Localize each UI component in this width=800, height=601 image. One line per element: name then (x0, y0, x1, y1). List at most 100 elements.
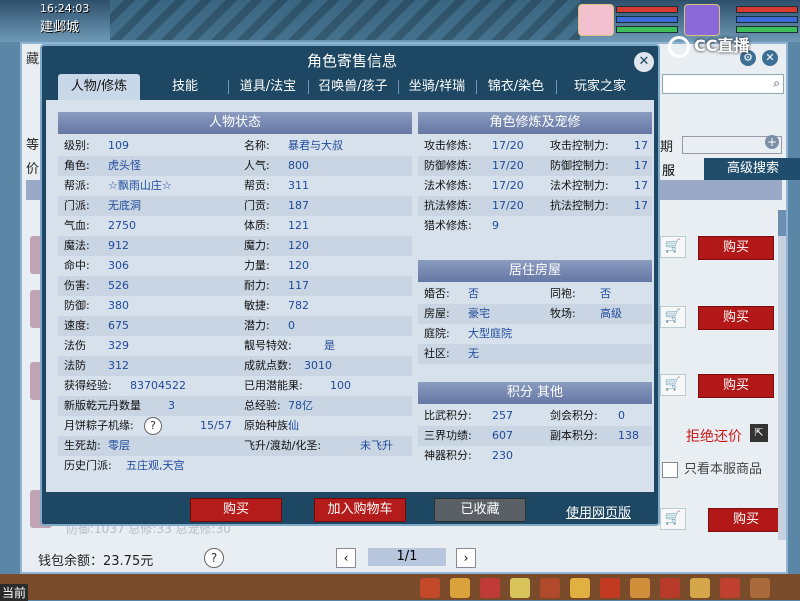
field-label: 气血: (64, 219, 90, 232)
field-label: 生死劫: (64, 439, 101, 452)
field-label: 防御控制力: (550, 159, 609, 172)
field-label: 庭院: (424, 327, 450, 340)
add-to-cart-button[interactable]: 加入购物车 (314, 498, 406, 522)
hud-icon[interactable] (480, 578, 500, 598)
server-label: 服 (662, 164, 676, 179)
hud-icon[interactable] (690, 578, 710, 598)
field-value: 138 (618, 429, 639, 442)
hud-icon[interactable] (720, 578, 740, 598)
game-clock: 16:24:03 (40, 2, 90, 15)
stream-logo: CC直播 (668, 32, 750, 58)
field-value: 117 (288, 279, 309, 292)
web-version-link[interactable]: 使用网页版 (566, 502, 631, 521)
field-label: 法防 (64, 359, 86, 372)
game-bottom-hud (0, 574, 800, 600)
table-row (418, 344, 652, 364)
cart-icon[interactable]: 🛒 (660, 508, 686, 530)
field-value: 607 (492, 429, 513, 442)
modal-title: 角色寄售信息 (306, 52, 397, 70)
pet-avatar[interactable] (578, 4, 614, 36)
hud-icon[interactable] (450, 578, 470, 598)
tab-summons[interactable]: 召唤兽/孩子 (310, 74, 396, 100)
field-label: 防御: (64, 299, 90, 312)
field-value: 109 (108, 139, 129, 152)
channel-current-label[interactable]: 当前 (0, 584, 29, 601)
field-value: 380 (108, 299, 129, 312)
tab-mounts[interactable]: 坐骑/祥瑞 (402, 74, 472, 100)
field-label: 伤害: (64, 279, 90, 292)
hud-icon[interactable] (630, 578, 650, 598)
tab-player-home[interactable]: 玩家之家 (560, 74, 640, 100)
tab-items[interactable]: 道具/法宝 (232, 74, 304, 100)
prev-page-button[interactable]: ‹ (336, 548, 356, 568)
field-value: 17 (634, 159, 648, 172)
next-page-button[interactable]: › (456, 548, 476, 568)
field-value: 306 (108, 259, 129, 272)
field-label: 总经验: (244, 399, 281, 412)
section-head-score: 积分 其他 (418, 382, 652, 404)
list-buy-button[interactable]: 购买 (708, 508, 784, 532)
search-input[interactable]: ⌕ (662, 74, 784, 94)
help-icon[interactable]: ? (204, 548, 224, 568)
tab-character[interactable]: 人物/修炼 (58, 74, 140, 100)
table-row (418, 324, 652, 344)
field-value: 是 (324, 339, 335, 352)
field-value: 虎头怪 (108, 159, 141, 172)
field-label: 已用潜能果: (244, 379, 303, 392)
help-icon[interactable]: ? (144, 417, 162, 435)
field-label: 帮贡: (244, 179, 270, 192)
plus-icon[interactable]: + (765, 135, 779, 149)
cart-icon[interactable]: 🛒 (660, 236, 686, 258)
search-icon[interactable]: ⌕ (773, 76, 780, 91)
field-label: 三界功绩: (424, 429, 472, 442)
field-value: 912 (108, 239, 129, 252)
hud-icon[interactable] (540, 578, 560, 598)
wallet-balance: 钱包余额：23.75元 (38, 554, 154, 569)
only-server-checkbox[interactable]: 只看本服商品 (662, 458, 762, 478)
share-icon[interactable]: ⇱ (750, 424, 768, 442)
refuse-counteroffer-label[interactable]: 拒绝还价 (686, 426, 742, 446)
field-value: 五庄观,天宫 (126, 459, 185, 472)
field-label: 牧场: (550, 307, 576, 320)
hud-icon[interactable] (510, 578, 530, 598)
field-value: 120 (288, 259, 309, 272)
advanced-search-button[interactable]: 高级搜索 (704, 158, 800, 180)
field-label: 防御修炼: (424, 159, 472, 172)
field-label: 抗法控制力: (550, 199, 609, 212)
scrollbar-thumb[interactable] (778, 210, 786, 236)
collected-button[interactable]: 已收藏 (434, 498, 526, 522)
checkbox-box[interactable] (662, 461, 678, 478)
close-icon[interactable]: ✕ (762, 50, 778, 66)
hud-icon[interactable] (600, 578, 620, 598)
tab-skills[interactable]: 技能 (150, 74, 220, 100)
field-label: 神器积分: (424, 449, 472, 462)
field-value: 17/20 (492, 179, 524, 192)
hud-icon[interactable] (570, 578, 590, 598)
field-value: 0 (288, 319, 295, 332)
only-server-label: 只看本服商品 (684, 462, 763, 477)
cart-icon[interactable]: 🛒 (660, 374, 686, 396)
buy-button[interactable]: 购买 (190, 498, 282, 522)
list-buy-button[interactable]: 购买 (698, 306, 774, 330)
close-button[interactable]: ✕ (634, 52, 654, 72)
field-value: 121 (288, 219, 309, 232)
field-label: 法术修炼: (424, 179, 472, 192)
field-label: 耐力: (244, 279, 270, 292)
cart-icon[interactable]: 🛒 (660, 306, 686, 328)
list-scrollbar[interactable] (778, 210, 786, 540)
period-select[interactable]: + (682, 135, 782, 154)
list-buy-button[interactable]: 购买 (698, 236, 774, 260)
hud-icon[interactable] (750, 578, 770, 598)
field-label: 婚否: (424, 287, 450, 300)
field-label: 攻击控制力: (550, 139, 609, 152)
cc-ring-icon (668, 35, 690, 58)
field-value: 否 (600, 287, 611, 300)
list-buy-button[interactable]: 购买 (698, 374, 774, 398)
field-label: 猎术修炼: (424, 219, 472, 232)
field-label: 潜力: (244, 319, 270, 332)
field-value: 17 (634, 179, 648, 192)
section-head-cultivation: 角色修炼及宠修 (418, 112, 652, 134)
hud-icon[interactable] (420, 578, 440, 598)
tab-outfits[interactable]: 锦衣/染色 (480, 74, 552, 100)
hud-icon[interactable] (660, 578, 680, 598)
